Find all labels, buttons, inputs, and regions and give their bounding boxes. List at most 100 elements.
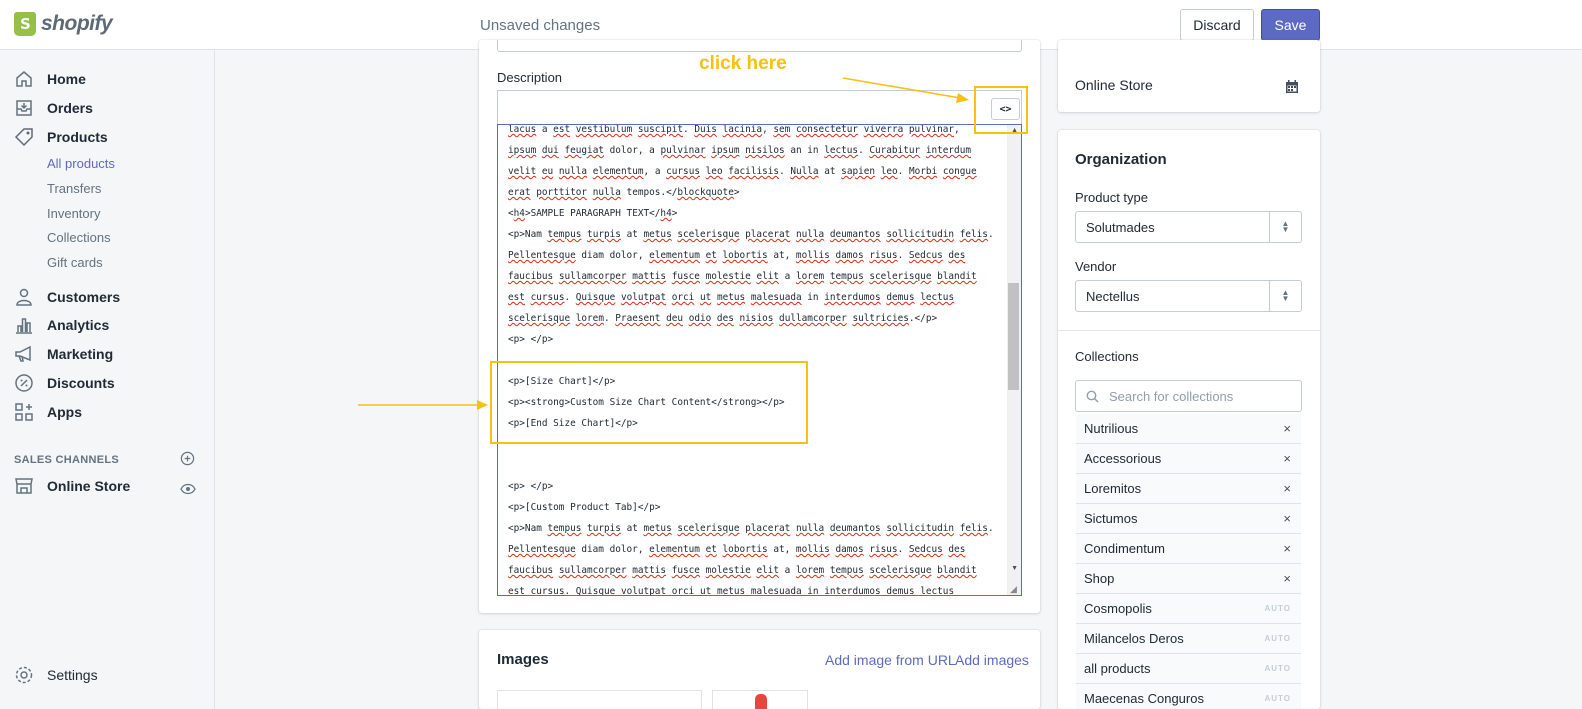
sidebar-item-label: Discounts bbox=[47, 375, 115, 391]
store-icon bbox=[15, 478, 33, 494]
collection-name: Sictumos bbox=[1084, 511, 1138, 526]
sidebar-item-online-store[interactable]: Online Store bbox=[14, 474, 130, 498]
megaphone-icon bbox=[15, 345, 31, 362]
unsaved-changes-label: Unsaved changes bbox=[480, 17, 601, 34]
collections-search-input[interactable]: Search for collections bbox=[1075, 380, 1302, 412]
auto-collection-badge: AUTO bbox=[1264, 694, 1291, 703]
sidebar-item-label: Apps bbox=[47, 404, 82, 420]
sidebar-item-label: Orders bbox=[47, 100, 93, 116]
sales-channel-card bbox=[1058, 40, 1320, 112]
collection-item: Cosmopolis AUTO bbox=[1076, 594, 1301, 624]
collection-item: Nutrilious × bbox=[1076, 414, 1301, 444]
sidebar-item-home[interactable]: Home bbox=[14, 67, 86, 91]
sidebar-item-customers[interactable]: Customers bbox=[14, 285, 120, 309]
collection-name: Accessorious bbox=[1084, 451, 1162, 466]
code-line: <p>Nam tempus turpis at metus scelerisqu… bbox=[508, 229, 994, 240]
description-label: Description bbox=[497, 70, 563, 85]
save-button[interactable]: Save bbox=[1261, 9, 1320, 41]
code-line: <p>Nam tempus turpis at metus scelerisqu… bbox=[508, 523, 994, 534]
sidebar-item-label: Settings bbox=[47, 667, 98, 683]
collection-name: all products bbox=[1084, 661, 1151, 676]
product-type-label: Product type bbox=[1075, 190, 1148, 205]
remove-collection-icon[interactable]: × bbox=[1283, 451, 1291, 466]
collection-name: Shop bbox=[1084, 571, 1115, 586]
code-line: <h4>SAMPLE PARAGRAPH TEXT</h4> bbox=[508, 208, 678, 219]
code-line: <p> </p> bbox=[508, 334, 554, 345]
sidebar-sub-transfers[interactable]: Transfers bbox=[47, 181, 101, 196]
collection-item: Loremitos × bbox=[1076, 474, 1301, 504]
image-thumbnail[interactable] bbox=[712, 690, 808, 709]
code-line: est cursus. Quisque volutpat orci ut met… bbox=[508, 586, 955, 596]
sidebar-item-label: Home bbox=[47, 71, 86, 87]
sidebar-sub-all-products[interactable]: All products bbox=[47, 156, 115, 171]
person-icon bbox=[16, 288, 32, 306]
highlight-size-chart-code bbox=[490, 361, 808, 444]
collections-search-placeholder: Search for collections bbox=[1109, 388, 1234, 404]
sidebar-sub-gift-cards[interactable]: Gift cards bbox=[47, 255, 103, 270]
collection-item: Condimentum × bbox=[1076, 534, 1301, 564]
vendor-label: Vendor bbox=[1075, 259, 1117, 274]
product-bottle-icon bbox=[755, 694, 767, 709]
remove-collection-icon[interactable]: × bbox=[1283, 421, 1291, 436]
collections-label: Collections bbox=[1075, 349, 1139, 364]
home-icon bbox=[16, 71, 32, 87]
collection-item: Sictumos × bbox=[1076, 504, 1301, 534]
highlight-code-button bbox=[974, 86, 1028, 134]
view-store-eye-icon[interactable] bbox=[180, 483, 196, 495]
collection-item: all products AUTO bbox=[1076, 654, 1301, 684]
sidebar-item-apps[interactable]: Apps bbox=[14, 400, 82, 424]
code-line: est cursus. Quisque volutpat orci ut met… bbox=[508, 292, 955, 303]
add-images-link[interactable]: Add images bbox=[955, 652, 1029, 668]
remove-collection-icon[interactable]: × bbox=[1283, 481, 1291, 496]
sidebar-item-discounts[interactable]: Discounts bbox=[14, 371, 115, 395]
auto-collection-badge: AUTO bbox=[1264, 664, 1291, 673]
editor-scrollbar[interactable]: ▲ ▼ bbox=[1007, 125, 1021, 595]
sidebar-sub-inventory[interactable]: Inventory bbox=[47, 206, 100, 221]
sidebar-item-products[interactable]: Products bbox=[14, 125, 108, 149]
html-code-editor[interactable]: lacus a est vestibulum suscipit. Duis la… bbox=[497, 124, 1022, 596]
collection-name: Cosmopolis bbox=[1084, 601, 1152, 616]
auto-collection-badge: AUTO bbox=[1264, 604, 1291, 613]
vendor-value: Nectellus bbox=[1086, 288, 1140, 304]
remove-collection-icon[interactable]: × bbox=[1283, 511, 1291, 526]
sidebar-sub-collections[interactable]: Collections bbox=[47, 230, 111, 245]
product-type-value: Solutmades bbox=[1086, 219, 1155, 235]
sidebar-item-orders[interactable]: Orders bbox=[14, 96, 93, 120]
collection-item: Accessorious × bbox=[1076, 444, 1301, 474]
code-line: faucibus sullamcorper mattis fusce moles… bbox=[508, 565, 977, 576]
editor-toolbar bbox=[497, 90, 1022, 124]
shopify-logo[interactable]: shopify bbox=[14, 12, 113, 36]
image-thumbnail[interactable] bbox=[497, 690, 702, 709]
discard-button[interactable]: Discard bbox=[1180, 9, 1254, 41]
sidebar-item-marketing[interactable]: Marketing bbox=[14, 342, 113, 366]
remove-collection-icon[interactable]: × bbox=[1283, 571, 1291, 586]
resize-handle-icon[interactable]: ◢ bbox=[1010, 584, 1020, 594]
scroll-down-icon[interactable]: ▼ bbox=[1011, 565, 1018, 572]
auto-collection-badge: AUTO bbox=[1264, 634, 1291, 643]
code-line: lacus a est vestibulum suscipit. Duis la… bbox=[508, 124, 960, 135]
add-image-from-url-link[interactable]: Add image from URL bbox=[825, 652, 956, 668]
shopify-bag-icon bbox=[14, 12, 36, 36]
scrollbar-thumb[interactable] bbox=[1008, 283, 1019, 390]
sidebar-item-label: Marketing bbox=[47, 346, 114, 362]
remove-collection-icon[interactable]: × bbox=[1283, 541, 1291, 556]
add-channel-icon[interactable] bbox=[180, 451, 195, 466]
code-line: <p>[Custom Product Tab]</p> bbox=[508, 502, 661, 513]
sidebar-item-analytics[interactable]: Analytics bbox=[14, 313, 109, 337]
images-title: Images bbox=[497, 651, 549, 668]
collection-name: Maecenas Conguros bbox=[1084, 691, 1204, 706]
collection-name: Loremitos bbox=[1084, 481, 1142, 496]
select-arrows-icon: ▲ ▼ bbox=[1269, 212, 1301, 242]
code-line: <p> </p> bbox=[508, 481, 554, 492]
vendor-select[interactable]: Nectellus ▲ ▼ bbox=[1075, 280, 1302, 312]
code-line: faucibus sullamcorper mattis fusce moles… bbox=[508, 271, 977, 282]
product-type-select[interactable]: Solutmades ▲ ▼ bbox=[1075, 211, 1302, 243]
brand-name: shopify bbox=[41, 12, 113, 35]
online-store-availability: Online Store bbox=[1075, 77, 1153, 93]
code-line: scelerisque lorem. Praesent deu odio des… bbox=[508, 313, 938, 324]
select-arrows-icon: ▲ ▼ bbox=[1269, 281, 1301, 311]
calendar-icon[interactable] bbox=[1285, 80, 1299, 94]
apps-icon bbox=[15, 403, 33, 421]
sidebar-item-settings[interactable]: Settings bbox=[14, 663, 98, 687]
